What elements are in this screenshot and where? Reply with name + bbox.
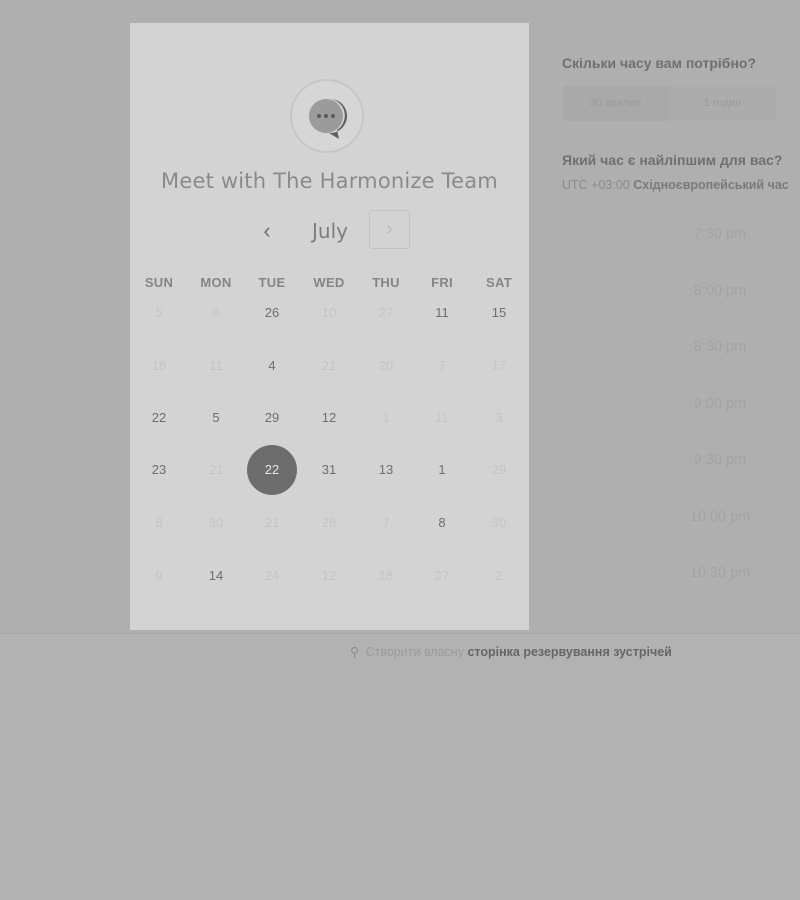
calendar-day: 21 [264,515,280,530]
time-slot-button[interactable]: 8:30 pm [640,327,800,367]
calendar-day: 1 [382,410,390,425]
calendar-day: 24 [264,568,280,583]
duration-option-30-min[interactable]: 30 хвилин [562,86,669,121]
band-divider [0,633,800,634]
calendar-day: 11 [435,410,449,425]
time-slot-button[interactable]: 9:30 pm [640,440,800,480]
calendar-day: 7 [438,358,446,373]
calendar-day: 18 [151,358,167,373]
calendar-day[interactable]: 31 [304,445,354,495]
duration-question: Скільки часу вам потрібно? [562,55,757,71]
calendar-day[interactable]: 14 [191,551,241,601]
calendar-day: 8 [155,515,163,530]
calendar-day: 29 [491,462,507,477]
duration-toggle: 30 хвилин 1 годин [562,86,776,121]
calendar-day: 28 [321,515,337,530]
calendar-day: 5 [155,305,163,320]
timezone-info: UTC +03:00 Східноєвропейський час [562,178,800,192]
calendar-day: 30 [208,515,224,530]
sprocket-icon: ⚲ [350,645,360,659]
calendar-day[interactable]: 1 [417,445,467,495]
calendar-day[interactable]: 12 [304,393,354,443]
calendar-day: 11 [209,358,223,373]
time-slot-button[interactable]: 9:00 pm [640,384,800,424]
month-label: July [312,219,348,243]
calendar-day[interactable]: 29 [247,393,297,443]
previous-month-button[interactable]: ‹ [252,220,282,244]
selected-day[interactable]: 22 [247,445,297,495]
calendar-day: 7 [382,515,390,530]
calendar-day: 27 [378,305,394,320]
calendar-card: Meet with The Harmonize Team ‹ July › SU… [130,23,529,630]
calendar-day: 30 [491,515,507,530]
next-month-button[interactable]: › [369,210,410,249]
booking-page-link[interactable]: сторінка резервування зустрічей [467,645,671,659]
time-slot-button[interactable]: 8:00 pm [640,271,800,311]
footer-prefix: Створити власну [365,645,464,659]
team-logo [290,79,364,153]
calendar-day: 12 [321,568,337,583]
calendar-day[interactable]: 22 [134,393,184,443]
calendar-day[interactable]: 23 [134,445,184,495]
footer-promo: ⚲ Створити власну сторінка резервування … [350,644,672,659]
calendar-day: 20 [378,358,394,373]
calendar-day: 21 [321,358,337,373]
time-slot-button[interactable]: 10:30 pm [640,553,800,593]
calendar-day[interactable]: 11 [417,288,467,338]
calendar-day: 9 [155,568,163,583]
timezone-offset: UTC +03:00 [562,178,630,192]
month-navigation: ‹ July › [130,210,529,252]
calendar-day[interactable]: 8 [417,498,467,548]
duration-option-1-hour[interactable]: 1 годин [669,86,776,121]
calendar-day: 10 [321,305,337,320]
calendar-day: 21 [208,462,224,477]
chat-bubble-icon [309,99,348,139]
time-slot-button[interactable]: 10:00 pm [640,497,800,537]
calendar-day[interactable]: 26 [247,288,297,338]
calendar-day[interactable]: 4 [247,341,297,391]
time-slot-button[interactable]: 7:30 pm [640,214,800,254]
timezone-name[interactable]: Східноєвропейський час [633,178,789,192]
calendar-day: 3 [495,410,503,425]
calendar-day: 8 [212,305,220,320]
calendar-day[interactable]: 13 [361,445,411,495]
calendar-day: 17 [491,358,507,373]
calendar-day: 18 [378,568,394,583]
calendar-day[interactable]: 15 [474,288,524,338]
calendar-day: 2 [495,568,503,583]
calendar-day[interactable]: 5 [191,393,241,443]
calendar-day: 27 [434,568,450,583]
time-question: Який час є найліпшим для вас? [562,152,783,168]
meeting-title: Meet with The Harmonize Team [161,169,498,193]
